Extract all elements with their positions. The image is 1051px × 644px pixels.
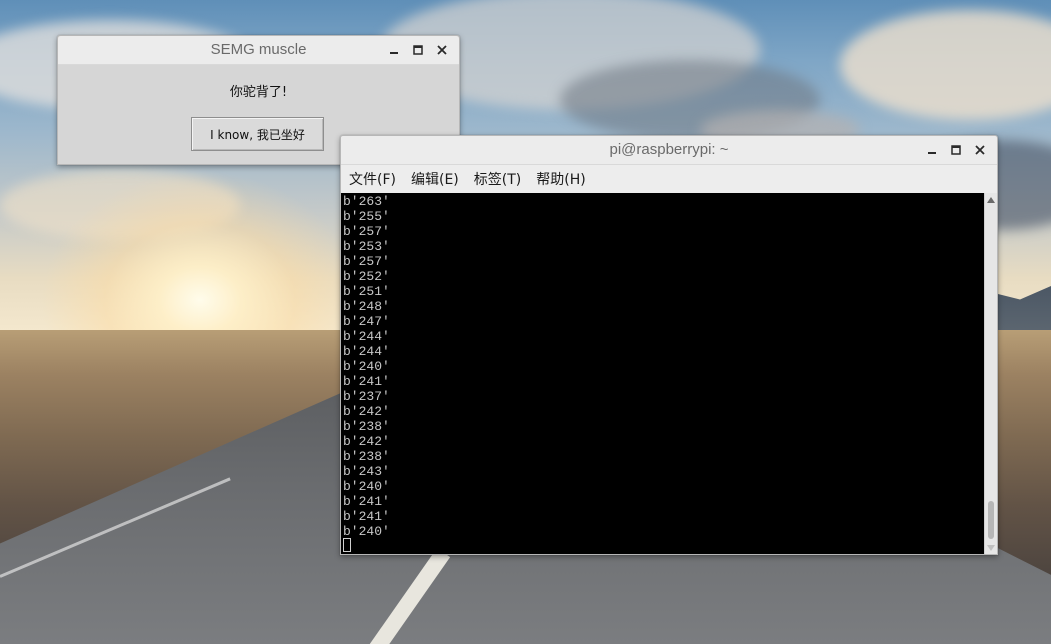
terminal-line: b'241' (343, 509, 390, 524)
maximize-button[interactable] (407, 40, 429, 60)
minimize-icon (390, 52, 398, 54)
close-icon (437, 45, 447, 55)
menu-tabs[interactable]: 标签(T) (470, 167, 525, 191)
terminal-line: b'251' (343, 284, 390, 299)
maximize-icon (951, 145, 961, 155)
terminal-line: b'237' (343, 389, 390, 404)
terminal-line: b'263' (343, 194, 390, 209)
terminal-line: b'238' (343, 449, 390, 464)
terminal-line: b'257' (343, 224, 390, 239)
scrollbar-thumb[interactable] (988, 501, 994, 539)
terminal-line: b'257' (343, 254, 390, 269)
menu-edit[interactable]: 编辑(E) (407, 167, 463, 191)
terminal-titlebar[interactable]: pi@raspberrypi: ~ (341, 136, 997, 165)
menu-file[interactable]: 文件(F) (345, 167, 400, 191)
minimize-button[interactable] (383, 40, 405, 60)
terminal-menubar: 文件(F) 编辑(E) 标签(T) 帮助(H) (341, 165, 997, 192)
terminal-cursor (343, 538, 351, 552)
terminal-output-lines: b'263' b'255' b'257' b'253' b'257' b'252… (343, 194, 390, 539)
terminal-line: b'240' (343, 479, 390, 494)
close-button[interactable] (969, 140, 991, 160)
terminal-line: b'247' (343, 314, 390, 329)
terminal-title: pi@raspberrypi: ~ (609, 141, 729, 158)
terminal-line: b'243' (343, 464, 390, 479)
minimize-button[interactable] (921, 140, 943, 160)
scroll-up-arrow-icon[interactable] (987, 197, 995, 203)
menu-help[interactable]: 帮助(H) (532, 167, 589, 191)
terminal-line: b'242' (343, 434, 390, 449)
terminal-line: b'255' (343, 209, 390, 224)
terminal-scrollbar[interactable] (984, 193, 997, 554)
terminal-line: b'238' (343, 419, 390, 434)
terminal-output[interactable]: b'263' b'255' b'257' b'253' b'257' b'252… (341, 193, 984, 554)
terminal-window-controls (921, 140, 991, 160)
terminal-line: b'240' (343, 359, 390, 374)
terminal-line: b'244' (343, 344, 390, 359)
dialog-message: 你驼背了! (229, 85, 288, 100)
dialog-window-controls (383, 40, 453, 60)
terminal-line: b'241' (343, 374, 390, 389)
terminal-line: b'244' (343, 329, 390, 344)
dialog-titlebar[interactable]: SEMG muscle (58, 36, 459, 65)
terminal-line: b'252' (343, 269, 390, 284)
terminal-line: b'241' (343, 494, 390, 509)
maximize-icon (413, 45, 423, 55)
terminal-line: b'253' (343, 239, 390, 254)
close-icon (975, 145, 985, 155)
scroll-down-arrow-icon[interactable] (987, 545, 995, 551)
terminal-line: b'248' (343, 299, 390, 314)
terminal-line: b'240' (343, 524, 390, 539)
terminal-window: pi@raspberrypi: ~ 文件(F) 编辑(E) 标签(T) 帮助(H… (340, 135, 998, 555)
minimize-icon (928, 152, 936, 154)
maximize-button[interactable] (945, 140, 967, 160)
terminal-line: b'242' (343, 404, 390, 419)
acknowledge-button[interactable]: I know, 我已坐好 (191, 117, 324, 151)
close-button[interactable] (431, 40, 453, 60)
